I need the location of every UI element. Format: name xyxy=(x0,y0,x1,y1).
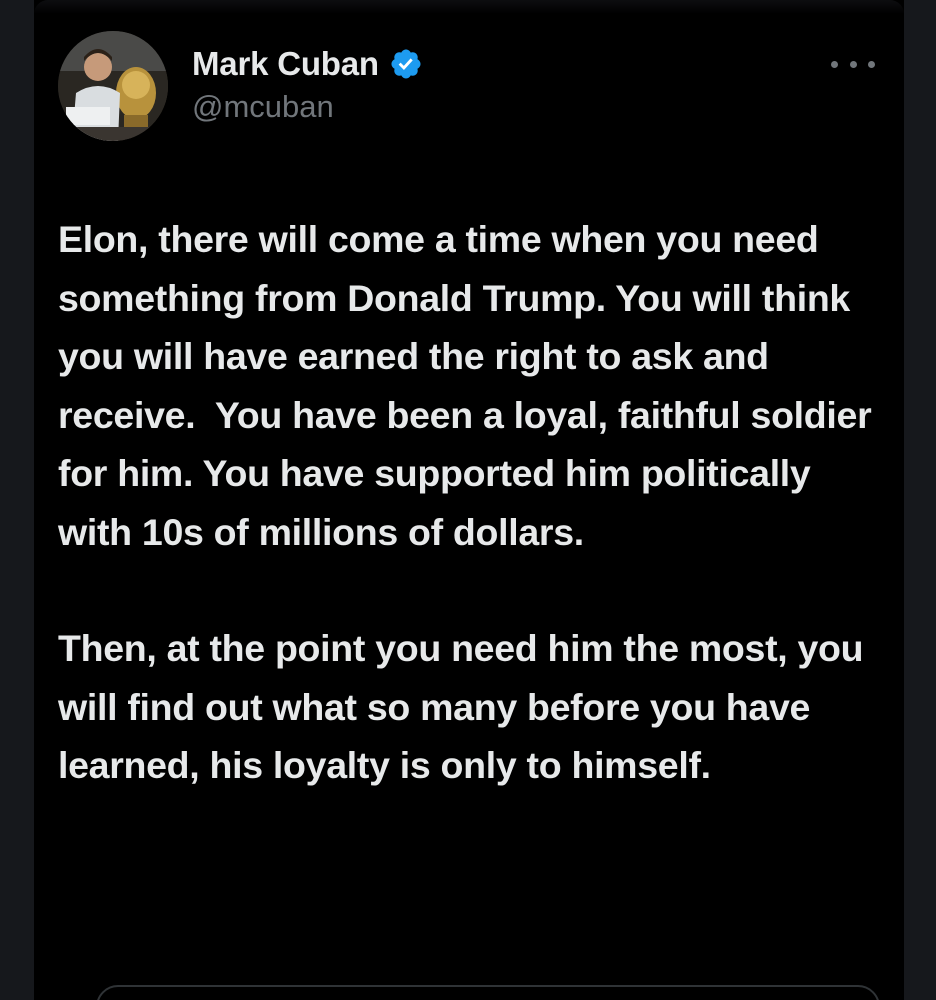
author-avatar[interactable] xyxy=(58,31,168,141)
profile-photo-avatar xyxy=(58,31,168,141)
embedded-card-edge[interactable] xyxy=(96,985,880,1000)
tweet-paragraph: Then, at the point you need him the most… xyxy=(58,627,874,786)
verified-badge-icon[interactable] xyxy=(389,47,423,81)
more-horizontal-icon-dot xyxy=(868,60,875,68)
author-name[interactable]: Mark Cuban xyxy=(192,45,379,83)
tweet-paragraph: Elon, there will come a time when you ne… xyxy=(58,218,882,553)
more-options-button[interactable] xyxy=(831,52,875,76)
author-handle[interactable]: @mcuban xyxy=(192,89,334,125)
screen: Mark Cuban @mcuban Elon, there will come… xyxy=(0,0,936,1000)
more-horizontal-icon-dot xyxy=(831,60,838,68)
more-horizontal-icon-dot xyxy=(849,60,857,68)
tweet-text: Elon, there will come a time when you ne… xyxy=(58,210,888,795)
author-name-row: Mark Cuban xyxy=(192,40,423,88)
tweet-card: Mark Cuban @mcuban Elon, there will come… xyxy=(34,0,904,1000)
